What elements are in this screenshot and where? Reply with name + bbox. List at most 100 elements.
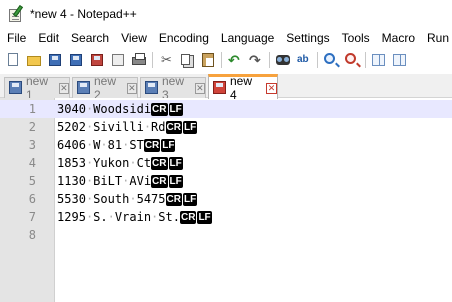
whitespace-dot: · bbox=[85, 102, 94, 116]
undo-icon[interactable]: ↶ bbox=[227, 52, 243, 68]
line-number: 3 bbox=[28, 138, 36, 152]
save-icon[interactable] bbox=[47, 52, 63, 68]
tab-new-2[interactable]: new 2 ✕ bbox=[72, 74, 138, 102]
tab-close-icon[interactable]: ✕ bbox=[266, 82, 277, 94]
eol-marker-lf: LF bbox=[168, 175, 183, 188]
whitespace-dot: · bbox=[143, 120, 152, 134]
menu-run[interactable]: Run bbox=[421, 28, 452, 48]
menu-language[interactable]: Language bbox=[215, 28, 280, 48]
menu-tools[interactable]: Tools bbox=[336, 28, 376, 48]
whitespace-dot: · bbox=[85, 138, 94, 152]
whitespace-dot: · bbox=[85, 156, 94, 170]
eol-marker-lf: LF bbox=[182, 121, 198, 134]
cut-icon[interactable]: ✂ bbox=[158, 52, 174, 68]
line-number: 6 bbox=[28, 192, 36, 206]
eol-marker-lf: LF bbox=[161, 139, 176, 152]
menu-macro[interactable]: Macro bbox=[376, 28, 421, 48]
editor-line[interactable]: 8 bbox=[0, 226, 452, 244]
new-file-icon[interactable] bbox=[5, 52, 21, 68]
line-text: 5530·South·5475CR LF bbox=[57, 192, 198, 206]
replace-icon[interactable]: ab bbox=[296, 52, 312, 68]
line-number: 7 bbox=[28, 210, 36, 224]
whitespace-dot: · bbox=[85, 192, 94, 206]
editor-line[interactable]: 3 6406·W·81·STCR LF bbox=[0, 136, 452, 154]
line-text: 6406·W·81·STCR LF bbox=[57, 138, 176, 152]
print-icon[interactable] bbox=[131, 52, 147, 68]
eol-marker-cr: CR bbox=[165, 193, 182, 206]
editor-line[interactable]: 2 5202·Sivilli·RdCR LF bbox=[0, 118, 452, 136]
close-icon[interactable] bbox=[89, 52, 105, 68]
sync-vertical-scroll-icon[interactable] bbox=[371, 52, 387, 68]
line-text: 5202·Sivilli·RdCR LF bbox=[57, 120, 198, 134]
sync-horizontal-scroll-icon[interactable] bbox=[392, 52, 408, 68]
toolbar: ✂ ↶ ↷ ab bbox=[0, 48, 452, 72]
line-number: 8 bbox=[28, 228, 36, 242]
copy-icon[interactable] bbox=[179, 52, 195, 68]
save-all-icon[interactable] bbox=[68, 52, 84, 68]
whitespace-dot: · bbox=[129, 156, 137, 170]
tab-close-icon[interactable]: ✕ bbox=[58, 82, 69, 94]
eol-marker-cr: CR bbox=[151, 175, 168, 188]
eol-marker-cr: CR bbox=[151, 157, 168, 170]
disk-icon bbox=[9, 81, 23, 95]
toolbar-separator bbox=[269, 52, 270, 68]
editor-line[interactable]: 7 1295·S.·Vrain·St.CR LF bbox=[0, 208, 452, 226]
editor-line[interactable]: 6 5530·South·5475CR LF bbox=[0, 190, 452, 208]
disk-icon bbox=[145, 81, 159, 95]
zoom-in-icon[interactable] bbox=[323, 52, 339, 68]
menu-settings[interactable]: Settings bbox=[280, 28, 335, 48]
whitespace-dot: · bbox=[122, 174, 130, 188]
toolbar-separator bbox=[365, 52, 366, 68]
menu-file[interactable]: File bbox=[0, 28, 32, 48]
line-text: 1853·Yukon·CtCR LF bbox=[57, 156, 183, 170]
menu-edit[interactable]: Edit bbox=[32, 28, 65, 48]
whitespace-dot: · bbox=[85, 120, 94, 134]
eol-marker-cr: CR bbox=[179, 211, 197, 224]
eol-marker-cr: CR bbox=[143, 139, 161, 152]
window-title: *new 4 - Notepad++ bbox=[30, 7, 137, 21]
menu-search[interactable]: Search bbox=[65, 28, 115, 48]
open-file-icon[interactable] bbox=[26, 52, 42, 68]
editor-line[interactable]: 5 1130·BiLT·AViCR LF bbox=[0, 172, 452, 190]
line-text: 3040·WoodsidiCR LF bbox=[57, 102, 183, 116]
whitespace-dot: · bbox=[129, 192, 137, 206]
disk-icon bbox=[77, 81, 91, 95]
whitespace-dot: · bbox=[100, 138, 108, 152]
tab-close-icon[interactable]: ✕ bbox=[194, 82, 205, 94]
editor-line[interactable]: 1 3040·WoodsidiCR LF bbox=[0, 100, 452, 118]
close-all-icon[interactable] bbox=[110, 52, 126, 68]
line-number: 1 bbox=[28, 102, 36, 116]
editor-line[interactable]: 4 1853·Yukon·CtCR LF bbox=[0, 154, 452, 172]
line-number: 5 bbox=[28, 174, 36, 188]
tab-label: new 4 bbox=[230, 74, 253, 102]
toolbar-separator bbox=[317, 52, 318, 68]
toolbar-separator bbox=[152, 52, 153, 68]
menu-view[interactable]: View bbox=[115, 28, 153, 48]
editor[interactable]: 1 3040·WoodsidiCR LF 2 5202·Sivilli·RdCR LF 3 6… bbox=[0, 98, 452, 302]
tab-bar: new 1 ✕ new 2 ✕ new 3 ✕ new 4 ✕ bbox=[0, 74, 452, 102]
paste-icon[interactable] bbox=[200, 52, 216, 68]
menu-encoding[interactable]: Encoding bbox=[153, 28, 215, 48]
toolbar-separator bbox=[221, 52, 222, 68]
line-text: 1130·BiLT·AViCR LF bbox=[57, 174, 183, 188]
eol-marker-cr: CR bbox=[165, 121, 182, 134]
eol-marker-lf: LF bbox=[197, 211, 212, 224]
eol-marker-cr: CR bbox=[151, 103, 168, 116]
redo-icon[interactable]: ↷ bbox=[248, 52, 264, 68]
menu-bar: File Edit Search View Encoding Language … bbox=[0, 28, 452, 48]
line-text: 1295·S.·Vrain·St.CR LF bbox=[57, 210, 212, 224]
tab-new-3[interactable]: new 3 ✕ bbox=[140, 74, 206, 102]
whitespace-dot: · bbox=[85, 174, 94, 188]
line-number: 2 bbox=[28, 120, 36, 134]
eol-marker-lf: LF bbox=[168, 103, 183, 116]
tab-new-4[interactable]: new 4 ✕ bbox=[208, 74, 278, 102]
whitespace-dot: · bbox=[107, 210, 115, 224]
notepadpp-app-icon[interactable] bbox=[8, 4, 24, 22]
unsaved-disk-icon bbox=[213, 81, 227, 95]
title-bar: *new 4 - Notepad++ bbox=[0, 0, 452, 28]
tab-new-1[interactable]: new 1 ✕ bbox=[4, 74, 70, 102]
tab-close-icon[interactable]: ✕ bbox=[126, 82, 137, 94]
whitespace-dot: · bbox=[151, 210, 159, 224]
zoom-out-icon[interactable] bbox=[344, 52, 360, 68]
find-icon[interactable] bbox=[275, 52, 291, 68]
